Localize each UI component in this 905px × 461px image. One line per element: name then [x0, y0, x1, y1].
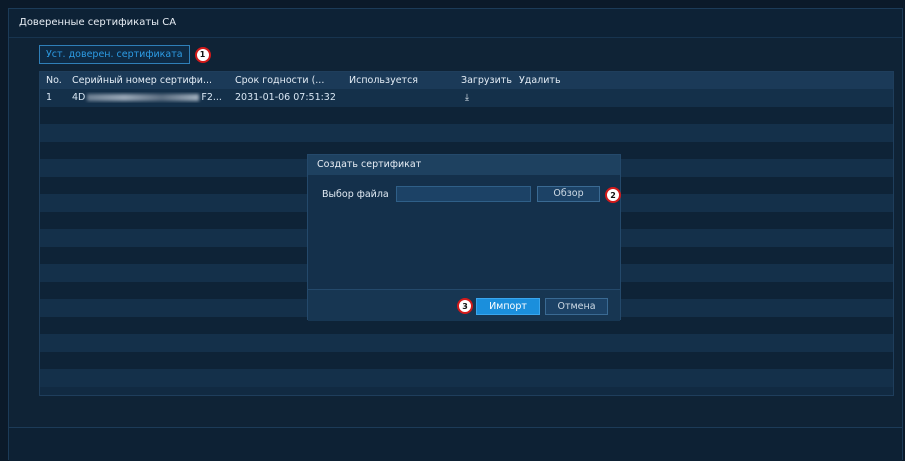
window-title: Доверенные сертификаты CA [9, 9, 902, 38]
column-header-no: No. [46, 75, 62, 86]
file-select-label: Выбор файла [322, 189, 389, 200]
table-row [40, 351, 893, 369]
callout-3: 3 [457, 298, 473, 314]
install-trusted-certificate-button[interactable]: Уст. доверен. сертификата [39, 45, 190, 64]
cancel-button[interactable]: Отмена [545, 298, 608, 315]
download-cell: ⤓ [455, 92, 513, 103]
column-header-serial[interactable]: Серийный номер сертифи... [66, 75, 229, 86]
bottom-bar [9, 427, 902, 461]
table-row [40, 124, 893, 142]
column-header-download: Загрузить [461, 75, 512, 86]
table-row[interactable]: 1 4D F2... 2031-01-06 07:51:32 ⤓ [40, 89, 893, 107]
table-row [40, 369, 893, 387]
download-icon[interactable]: ⤓ [461, 93, 473, 103]
callout-1: 1 [194, 46, 211, 63]
callout-2: 2 [605, 187, 621, 203]
serial-suffix: F2... [201, 92, 222, 104]
browse-button[interactable]: Обзор [537, 186, 600, 202]
dialog-footer: 3 Импорт Отмена [308, 289, 620, 321]
import-button[interactable]: Импорт [476, 298, 540, 315]
column-header-delete: Удалить [519, 75, 561, 86]
serial-prefix: 4D [72, 92, 86, 104]
dialog-body: Выбор файла Обзор [308, 175, 620, 289]
row-number: 1 [46, 92, 53, 104]
file-path-input[interactable] [396, 186, 531, 202]
dialog-title: Создать сертификат [308, 155, 620, 175]
column-header-used: Используется [349, 75, 419, 86]
create-certificate-dialog: Создать сертификат Выбор файла Обзор 2 3… [307, 154, 621, 321]
toolbar: Уст. доверен. сертификата 1 [39, 45, 211, 64]
expiry-cell: 2031-01-06 07:51:32 [235, 92, 336, 104]
table-row [40, 106, 893, 124]
table-header: No. Серийный номер сертифи... Срок годно… [40, 72, 893, 89]
column-header-expiry[interactable]: Срок годности (... [229, 75, 343, 86]
serial-number-cell: 4D F2... [66, 92, 229, 103]
redacted-serial [87, 94, 200, 102]
table-row [40, 334, 893, 352]
